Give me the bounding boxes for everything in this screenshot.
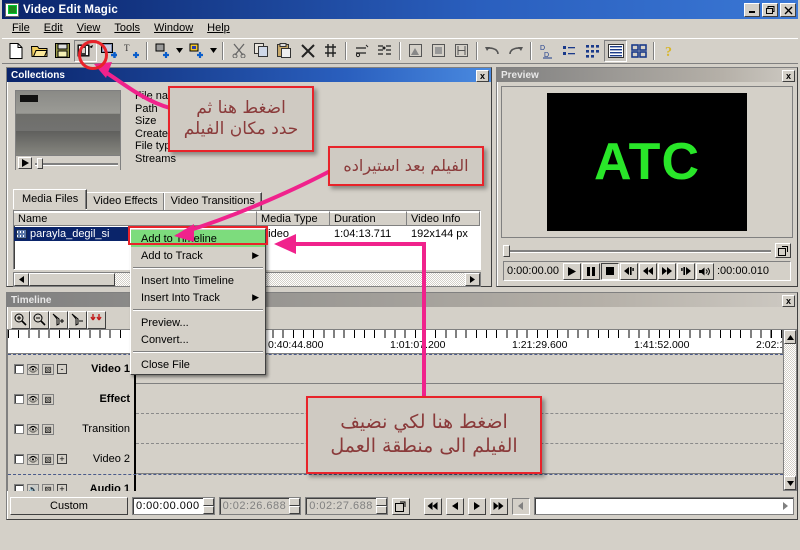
annotation-line: حدد مكان الفيلم bbox=[183, 119, 299, 139]
annotation-line: اضغط هنا ثم bbox=[196, 97, 286, 118]
annotation-imported-film: الفيلم بعد استيراده bbox=[328, 146, 484, 186]
annotation-line: الفيلم الى منطقة العمل bbox=[330, 435, 518, 457]
annotation-line: الفيلم بعد استيراده bbox=[343, 156, 469, 175]
application-window: Video Edit Magic File Edit View Tools Wi… bbox=[0, 0, 800, 550]
annotation-add-to-work-area: اضغط هنا لكي نضيف الفيلم الى منطقة العمل bbox=[306, 396, 542, 474]
toolbar-import-highlight-circle bbox=[78, 40, 108, 70]
annotation-import-button: اضغط هنا ثم حدد مكان الفيلم bbox=[168, 86, 314, 152]
annotation-line: اضغط هنا لكي نضيف bbox=[340, 411, 508, 434]
